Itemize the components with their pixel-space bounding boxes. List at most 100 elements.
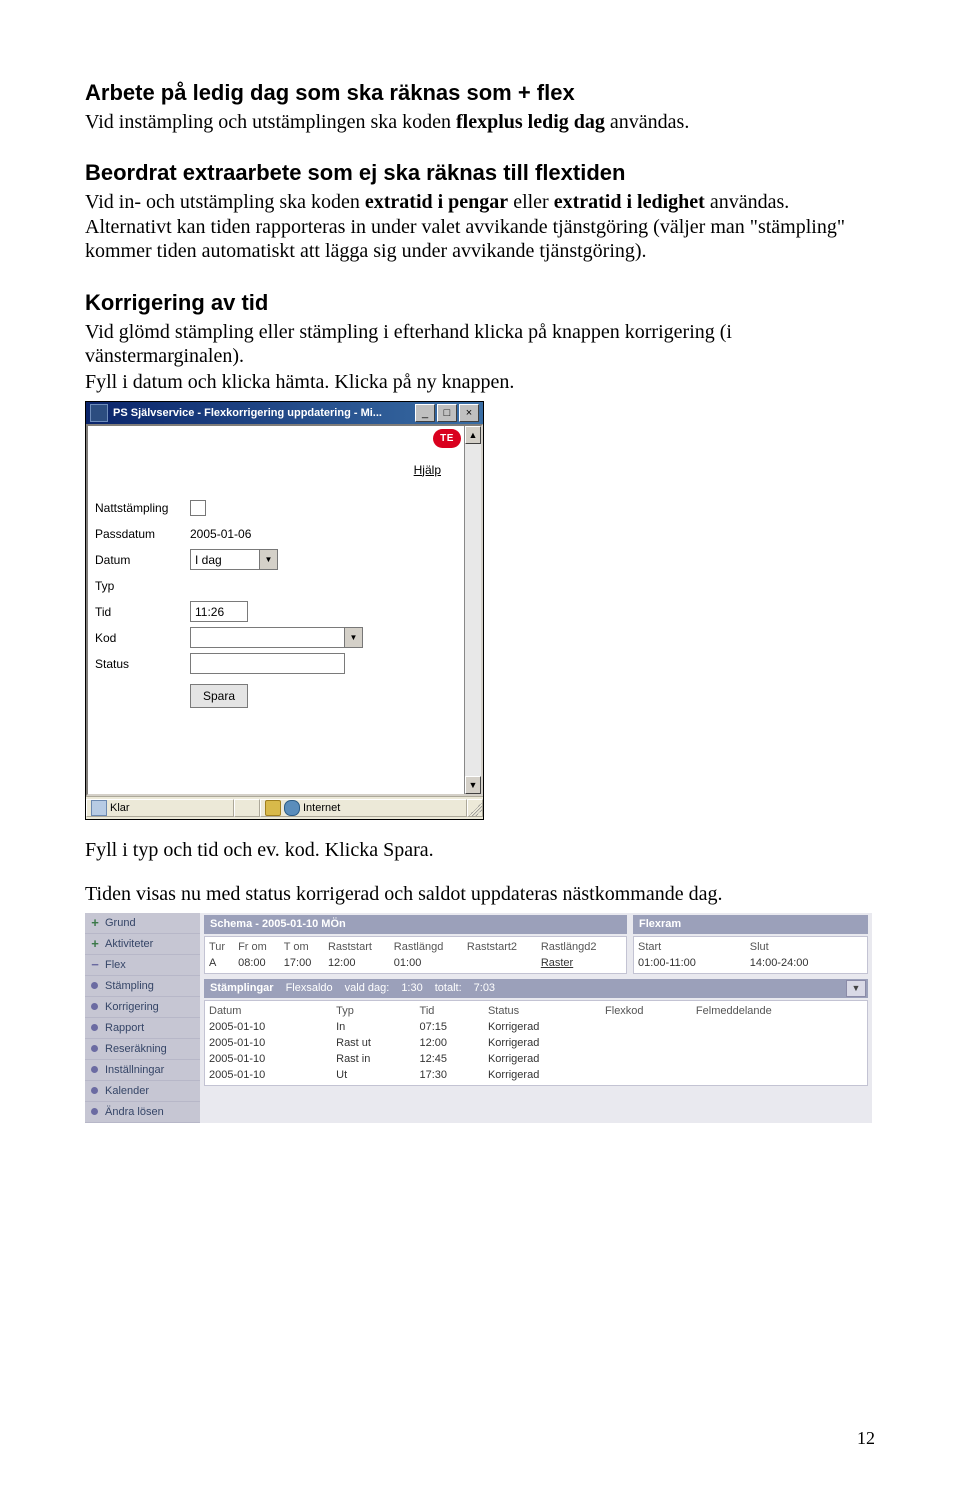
td: 2005-01-10 <box>209 1019 336 1035</box>
th: Tur <box>209 939 238 955</box>
label-nattstampling: Nattstämpling <box>95 501 190 515</box>
td: Korrigerad <box>488 1035 605 1051</box>
nattstampling-checkbox[interactable] <box>190 500 206 516</box>
scroll-track[interactable] <box>465 444 481 776</box>
resize-grip-icon[interactable] <box>467 799 483 817</box>
nav-stampling[interactable]: Stämpling <box>85 976 200 997</box>
th: T om <box>284 939 328 955</box>
chevron-down-icon[interactable]: ▼ <box>259 549 278 570</box>
maximize-button[interactable]: □ <box>437 404 457 422</box>
td <box>605 1067 696 1083</box>
th: Raststart2 <box>467 939 541 955</box>
dot-icon <box>91 1087 98 1094</box>
table-row: 2005-01-10 Rast ut 12:00 Korrigerad <box>209 1035 863 1051</box>
flexram-table: Start Slut 01:00-11:00 14:00-24:00 <box>638 939 863 971</box>
plus-icon: + <box>89 917 101 929</box>
page-number: 12 <box>857 1428 875 1449</box>
table-row: 2005-01-10 In 07:15 Korrigerad <box>209 1019 863 1035</box>
label-kod: Kod <box>95 631 190 645</box>
lock-icon <box>265 800 281 816</box>
td: Rast in <box>336 1051 419 1067</box>
status-bar: Klar Internet <box>86 796 483 819</box>
td: 14:00-24:00 <box>750 955 863 971</box>
nav-grund[interactable]: +Grund <box>85 913 200 934</box>
title-bar[interactable]: PS Självservice - Flexkorrigering uppdat… <box>86 402 483 424</box>
td: Rast ut <box>336 1035 419 1051</box>
td: 12:45 <box>420 1051 488 1067</box>
label-tid: Tid <box>95 605 190 619</box>
th: Raststart <box>328 939 394 955</box>
content-column: Schema - 2005-01-10 MÖn Tur Fr om T om R… <box>200 913 872 1123</box>
dot-icon <box>91 1108 98 1115</box>
raster-link[interactable]: Raster <box>541 955 622 971</box>
td: 07:15 <box>420 1019 488 1035</box>
spara-button[interactable]: Spara <box>190 684 248 708</box>
nav-flex[interactable]: −Flex <box>85 955 200 976</box>
nav-andra-losen[interactable]: Ändra lösen <box>85 1102 200 1123</box>
th: Slut <box>750 939 863 955</box>
td: Korrigerad <box>488 1051 605 1067</box>
para-1: Vid instämpling och utstämplingen ska ko… <box>85 110 875 134</box>
nav-label: Flex <box>105 959 126 971</box>
td: 12:00 <box>328 955 394 971</box>
nav-reserakning[interactable]: Reseräkning <box>85 1039 200 1060</box>
th: Datum <box>209 1003 336 1019</box>
nav-label: Korrigering <box>105 1001 159 1013</box>
schema-header: Schema - 2005-01-10 MÖn <box>204 915 627 934</box>
td: Korrigerad <box>488 1019 605 1035</box>
nav-installningar[interactable]: Inställningar <box>85 1060 200 1081</box>
window-title: PS Självservice - Flexkorrigering uppdat… <box>113 407 415 419</box>
td: 2005-01-10 <box>209 1035 336 1051</box>
td <box>605 1051 696 1067</box>
th: Flexkod <box>605 1003 696 1019</box>
table-row: 2005-01-10 Rast in 12:45 Korrigerad <box>209 1051 863 1067</box>
kod-select[interactable]: ▼ <box>190 627 363 648</box>
dot-icon <box>91 1045 98 1052</box>
plus-icon: + <box>89 938 101 950</box>
dot-icon <box>91 1024 98 1031</box>
th: Typ <box>336 1003 419 1019</box>
p2a: Vid in- och utstämpling ska koden <box>85 191 365 213</box>
chevron-down-icon[interactable]: ▼ <box>344 627 363 648</box>
td <box>696 1067 863 1083</box>
scroll-up-icon[interactable]: ▲ <box>465 426 481 444</box>
label-status: Status <box>95 657 190 671</box>
status-input[interactable] <box>190 653 345 674</box>
globe-icon <box>284 800 300 816</box>
td: 17:00 <box>284 955 328 971</box>
para-3: Vid glömd stämpling eller stämpling i ef… <box>85 320 875 369</box>
stamp-totalt-label: totalt: <box>435 982 474 994</box>
nav-label: Rapport <box>105 1022 144 1034</box>
dialog-window: PS Självservice - Flexkorrigering uppdat… <box>85 401 484 820</box>
td: 17:30 <box>420 1067 488 1083</box>
nav-rapport[interactable]: Rapport <box>85 1018 200 1039</box>
datum-select[interactable]: I dag ▼ <box>190 549 278 570</box>
nav-label: Inställningar <box>105 1064 164 1076</box>
nav-aktiviteter[interactable]: +Aktiviteter <box>85 934 200 955</box>
nav-korrigering[interactable]: Korrigering <box>85 997 200 1018</box>
nav-sidebar: +Grund +Aktiviteter −Flex Stämpling Korr… <box>85 913 200 1123</box>
th: Felmeddelande <box>696 1003 863 1019</box>
td <box>696 1019 863 1035</box>
table-row: Datum Typ Tid Status Flexkod Felmeddelan… <box>209 1003 863 1019</box>
chevron-down-icon[interactable]: ▼ <box>846 980 866 997</box>
minimize-button[interactable]: _ <box>415 404 435 422</box>
stamp-totalt-value: 7:03 <box>474 982 507 994</box>
vertical-scrollbar[interactable]: ▲ ▼ <box>464 426 481 794</box>
td <box>696 1035 863 1051</box>
stamplingar-table: Datum Typ Tid Status Flexkod Felmeddelan… <box>209 1003 863 1083</box>
dialog-inner: ▲ ▼ TE Hjälp Nattstämpling Passdatum 200… <box>86 424 483 796</box>
td: A <box>209 955 238 971</box>
table-row: 2005-01-10 Ut 17:30 Korrigerad <box>209 1067 863 1083</box>
tid-input[interactable]: 11:26 <box>190 601 248 622</box>
help-link[interactable]: Hjälp <box>414 463 441 477</box>
schema-box: Tur Fr om T om Raststart Rastlängd Rasts… <box>204 936 627 974</box>
datum-value: I dag <box>190 549 259 570</box>
table-row: 01:00-11:00 14:00-24:00 <box>638 955 863 971</box>
nav-kalender[interactable]: Kalender <box>85 1081 200 1102</box>
scroll-down-icon[interactable]: ▼ <box>465 776 481 794</box>
label-datum: Datum <box>95 553 190 567</box>
close-button[interactable]: × <box>459 404 479 422</box>
passdatum-value: 2005-01-06 <box>190 527 251 541</box>
para-2: Vid in- och utstämpling ska koden extrat… <box>85 190 875 263</box>
